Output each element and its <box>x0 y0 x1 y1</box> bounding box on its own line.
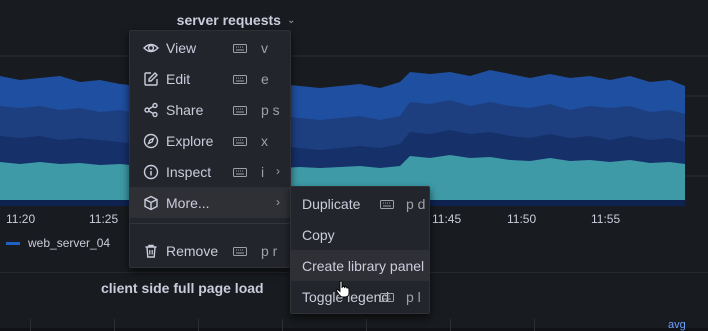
menu-item-shortcut: x <box>261 133 268 149</box>
grid-line <box>366 319 367 331</box>
menu-item-shortcut: p s <box>261 102 280 118</box>
menu-item-label: Remove <box>166 243 219 259</box>
x-tick: 11:50 <box>507 212 537 226</box>
legend-label: web_server_04 <box>28 236 111 250</box>
keyboard-icon <box>233 75 247 84</box>
submenu-item-duplicate[interactable]: Duplicate p d <box>291 188 429 219</box>
keyboard-icon <box>233 247 247 256</box>
chevron-right-icon: › <box>276 195 280 209</box>
chevron-right-icon: › <box>276 164 280 178</box>
edit-icon <box>144 72 158 86</box>
panel-title[interactable]: server requests <box>177 12 281 28</box>
trash-icon <box>145 244 157 258</box>
panel-header[interactable]: server requests ⌄ <box>0 8 708 32</box>
menu-item-shortcut: i <box>261 164 265 180</box>
menu-item-edit[interactable]: Edit e <box>130 63 290 94</box>
panel-title[interactable]: client side full page load <box>101 280 264 296</box>
menu-item-shortcut: p r <box>261 243 278 259</box>
stacked-area-chart <box>0 55 708 206</box>
menu-item-label: View <box>166 40 197 56</box>
keyboard-icon <box>233 44 247 53</box>
menu-item-more[interactable]: More... › <box>130 187 290 218</box>
share-icon <box>144 102 158 118</box>
menu-item-remove[interactable]: Remove p r <box>130 235 290 266</box>
grid-line <box>114 319 115 331</box>
grid-line <box>198 319 199 331</box>
info-icon <box>143 164 159 180</box>
x-tick: 11:55 <box>591 212 621 226</box>
keyboard-icon <box>233 106 247 115</box>
keyboard-icon <box>233 137 247 146</box>
legend-stat-header[interactable]: avg <box>668 319 686 331</box>
legend-item[interactable]: web_server_04 <box>6 236 110 250</box>
menu-item-explore[interactable]: Explore x <box>130 125 290 156</box>
x-tick: 11:45 <box>432 212 462 226</box>
submenu-item-copy[interactable]: Copy <box>291 219 429 250</box>
menu-item-label: Share <box>166 102 204 118</box>
panel-menu: View v Edit e Share p s Explore x Inspec… <box>129 30 291 268</box>
submenu-item-shortcut: p l <box>406 289 421 305</box>
x-tick: 11:20 <box>6 212 36 226</box>
menu-item-label: Edit <box>166 71 191 87</box>
submenu-item-toggle-legend[interactable]: Toggle legend p l <box>291 281 429 312</box>
submenu-item-label: Create library panel <box>302 258 425 274</box>
submenu-item-create-library-panel[interactable]: Create library panel <box>291 250 429 281</box>
submenu-item-label: Copy <box>302 227 335 243</box>
grid-line <box>282 319 283 331</box>
x-tick: 11:25 <box>89 212 119 226</box>
menu-item-shortcut: e <box>261 71 269 87</box>
menu-divider <box>130 223 290 224</box>
hand-cursor-icon <box>335 280 350 298</box>
chevron-down-icon[interactable]: ⌄ <box>287 15 295 26</box>
menu-item-label: Inspect <box>166 164 212 180</box>
menu-item-share[interactable]: Share p s <box>130 94 290 125</box>
menu-item-label: Explore <box>166 133 214 149</box>
menu-item-shortcut: v <box>261 40 268 56</box>
menu-item-inspect[interactable]: Inspect i › <box>130 156 290 187</box>
compass-icon <box>143 133 159 149</box>
keyboard-icon <box>380 293 394 302</box>
legend-swatch <box>6 241 20 245</box>
menu-item-view[interactable]: View v <box>130 32 290 63</box>
grid-line <box>534 319 535 331</box>
eye-icon <box>143 43 159 53</box>
keyboard-icon <box>380 200 394 209</box>
cube-icon <box>144 195 158 211</box>
keyboard-icon <box>233 168 247 177</box>
grid-line <box>450 319 451 331</box>
submenu-item-label: Duplicate <box>302 196 361 212</box>
more-submenu: Duplicate p d Copy Create library panel … <box>290 186 430 314</box>
menu-item-label: More... <box>166 195 210 211</box>
grid-line <box>30 319 31 331</box>
submenu-item-shortcut: p d <box>406 196 426 212</box>
